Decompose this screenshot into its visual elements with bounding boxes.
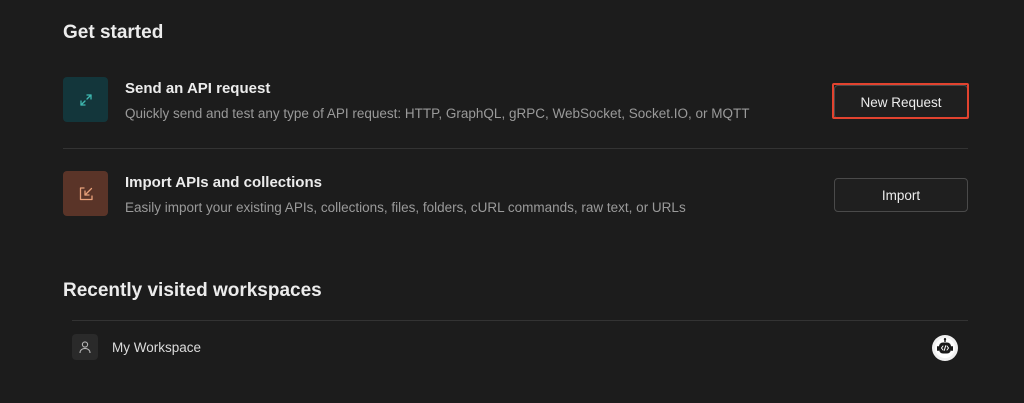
import-button[interactable]: Import — [834, 178, 968, 212]
workspace-name: My Workspace — [112, 340, 202, 355]
new-request-button[interactable]: New Request — [834, 85, 968, 119]
home-page: Get started Send an API request Quickly … — [0, 0, 1024, 403]
send-api-request-description: Quickly send and test any type of API re… — [125, 106, 750, 121]
import-apis-card: Import APIs and collections Easily impor… — [63, 171, 968, 233]
import-apis-description: Easily import your existing APIs, collec… — [125, 200, 686, 215]
workspace-row-my-workspace[interactable]: My Workspace — [72, 334, 968, 362]
get-started-heading: Get started — [63, 22, 164, 43]
robot-code-icon — [932, 335, 958, 361]
send-api-request-title: Send an API request — [125, 80, 271, 97]
workspace-divider — [72, 320, 968, 321]
send-api-request-card: Send an API request Quickly send and tes… — [63, 77, 969, 149]
import-apis-title: Import APIs and collections — [125, 174, 322, 191]
api-request-icon — [63, 77, 108, 122]
user-icon — [72, 334, 98, 360]
import-icon — [63, 171, 108, 216]
recent-workspaces-heading: Recently visited workspaces — [63, 280, 322, 301]
